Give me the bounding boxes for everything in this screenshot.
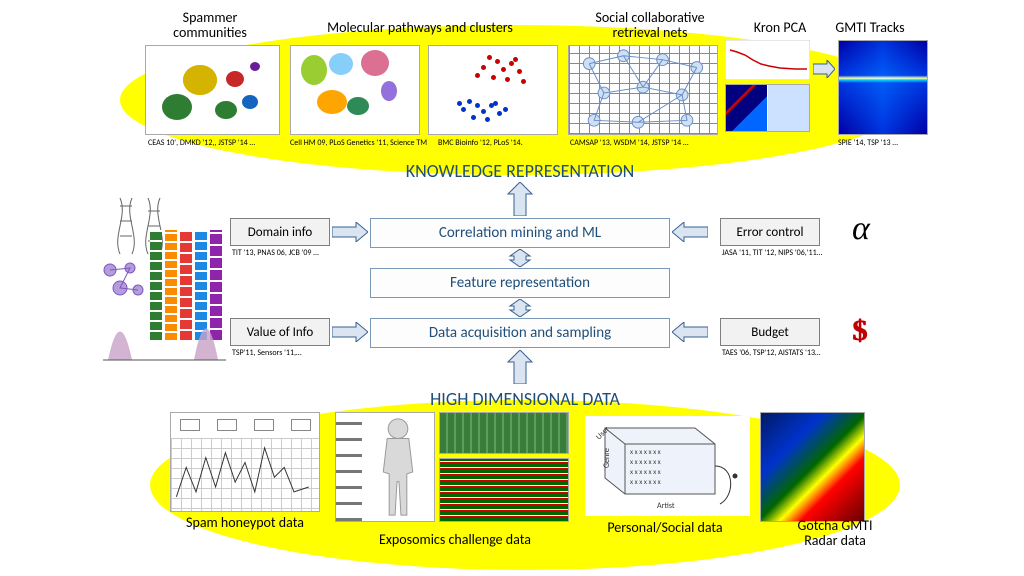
label-gotcha-radar: Gotcha GMTI Radar data — [770, 518, 900, 549]
label-spam-honeypot: Spam honeypot data — [160, 515, 330, 530]
thumb-exposomics-matrix — [439, 458, 569, 522]
label-spammer-communities: Spammer communities — [150, 10, 270, 41]
label-social-collaborative: Social collaborative retrieval nets — [560, 10, 740, 41]
social-net-svg — [569, 46, 717, 134]
img-histograms — [98, 312, 228, 362]
label-personal-social: Personal/Social data — [580, 520, 750, 535]
knowledge-representation-title: KNOWLEDGE REPRESENTATION — [360, 160, 680, 182]
svg-text:Genre: Genre — [602, 448, 612, 468]
cite-spammer: CEAS 10', DMKD '12,, JSTSP '14 … — [148, 138, 255, 148]
arrow-error-to-center — [672, 222, 708, 247]
box-domain-info: Domain info — [230, 218, 330, 246]
thumb-exposomics-timeline — [439, 412, 569, 454]
thumb-kronpca-curve — [725, 40, 810, 80]
box-budget: Budget — [720, 318, 820, 346]
svg-text:Artist: Artist — [657, 501, 675, 511]
arrow-down-bottom — [500, 350, 540, 389]
cite-value: TSP'11, Sensors '11,… — [232, 348, 302, 358]
thumb-exposomics-body — [335, 412, 435, 522]
cite-budget: TAES '06, TSP'12, AISTATS '13… — [722, 348, 821, 358]
arrow-domain-to-center — [332, 222, 368, 247]
svg-text:x x x x x x x: x x x x x x x — [630, 457, 661, 466]
arrow-pca-to-gmti — [813, 60, 835, 83]
label-kron-pca: Kron PCA — [740, 20, 820, 35]
high-dimensional-data-title: HIGH DIMENSIONAL DATA — [370, 388, 680, 410]
box-feature-representation: Feature representation — [370, 268, 670, 298]
thumb-molecular-map — [290, 45, 420, 135]
svg-text:x x x x x x x: x x x x x x x — [630, 447, 661, 456]
arrow-value-to-center — [332, 322, 368, 347]
cite-molecular-b: BMC Bioinfo '12, PLoS '14. — [438, 138, 523, 148]
thumb-gotcha-radar — [760, 412, 865, 522]
box-value-of-info: Value of Info — [230, 318, 330, 346]
label-gmti-tracks: GMTI Tracks — [820, 20, 920, 35]
box-error-control: Error control — [720, 218, 820, 246]
thumb-kronpca-matrices — [725, 84, 810, 132]
box-correlation-mining: Correlation mining and ML — [370, 218, 670, 248]
thumb-social-net — [568, 45, 718, 135]
svg-text:x x x x x x x: x x x x x x x — [630, 477, 661, 486]
cite-molecular-a: Cell HM 09, PLoS Genetics '11, Science T… — [290, 138, 427, 148]
arrow-budget-to-center — [672, 322, 708, 347]
img-cell-pathway — [100, 258, 148, 306]
cite-domain: TIT '13, PNAS 06, JCB '09 … — [232, 248, 319, 258]
thumb-molecular-scatter — [428, 45, 558, 135]
label-molecular-pathways: Molecular pathways and clusters — [295, 20, 545, 35]
symbol-dollar: $ — [852, 314, 867, 348]
cite-gmti: SPIE '14, TSP '13 … — [838, 138, 898, 148]
cite-error: JASA '11, TIT '12, NIPS '06,'11… — [722, 248, 822, 258]
thumb-spammer-cluster — [145, 45, 280, 135]
thumb-spam-honeypot — [170, 412, 320, 512]
thumb-gmti-spectrogram — [838, 40, 928, 135]
cite-social: CAMSAP '13, WSDM '14, JSTSP '14 … — [570, 138, 688, 148]
svg-text:x x x x x x x: x x x x x x x — [630, 467, 661, 476]
thumb-personal-social: Genre User Artist x x x x x x xx x x x x… — [585, 416, 750, 516]
arrow-up-top — [500, 182, 540, 221]
box-data-acquisition: Data acquisition and sampling — [370, 318, 670, 348]
symbol-alpha: α — [852, 210, 870, 248]
label-exposomics: Exposomics challenge data — [340, 532, 570, 547]
